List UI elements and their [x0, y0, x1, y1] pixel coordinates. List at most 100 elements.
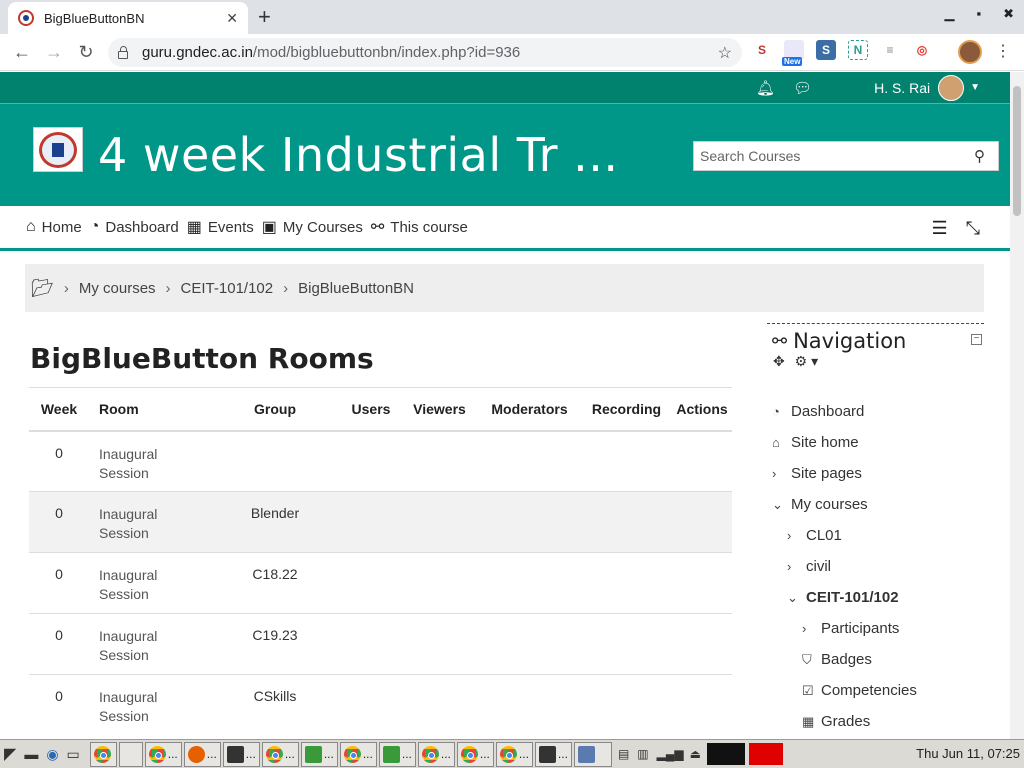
taskbar-terminal-window[interactable]: ... [222, 741, 260, 767]
forward-icon[interactable]: → [38, 42, 70, 63]
signal-icon[interactable]: ▂▄▆ [657, 747, 684, 761]
globe-icon[interactable]: ◉ [46, 746, 58, 763]
nav-tree-course-cl01[interactable]: › CL01 [772, 520, 917, 551]
table-icon: ▦ [802, 713, 815, 729]
nav-home[interactable]: ⌂ Home [26, 218, 82, 236]
column-header-moderators: Moderators [478, 387, 581, 432]
nav-tree-site-home-label: Site home [791, 434, 859, 451]
back-icon[interactable]: ← [6, 42, 38, 63]
network-icon[interactable]: ▥ [637, 747, 648, 761]
nav-tree-grades[interactable]: ▦ Grades [772, 706, 917, 737]
nav-my-courses[interactable]: ▣ My Courses [262, 217, 363, 237]
messages-icon[interactable]: 💬︎ [793, 79, 812, 97]
course-search-input[interactable]: Search Courses ⚲ [693, 141, 999, 171]
eject-icon[interactable]: ⏏ [690, 747, 701, 761]
nav-tree-competencies[interactable]: ☑ Competencies [772, 675, 917, 706]
column-header-actions: Actions [672, 387, 732, 432]
bookmark-star-icon[interactable]: ☆ [718, 43, 732, 63]
taskbar-chrome-active[interactable] [89, 741, 117, 767]
nav-events[interactable]: ▦ Events [187, 217, 254, 237]
site-logo[interactable] [33, 127, 83, 172]
toggle-sidebar-icon[interactable]: ☰ [931, 218, 947, 239]
chrome-icon [93, 745, 111, 763]
folder-icon[interactable]: ▬ [24, 746, 38, 762]
extension-doc-icon[interactable]: S [816, 40, 836, 60]
room-link[interactable]: Inaugural Session [89, 552, 209, 614]
extension-s-icon[interactable]: S [752, 40, 772, 60]
new-tab-button[interactable]: + [258, 4, 271, 30]
nav-tree-site-pages[interactable]: › Site pages [772, 458, 917, 489]
taskbar-chrome-window[interactable]: ... [144, 741, 182, 767]
lock-icon [118, 45, 128, 59]
gear-icon[interactable]: ⚙ ▾ [795, 353, 818, 369]
taskbar-spreadsheet-window[interactable]: ... [378, 741, 416, 767]
site-title[interactable]: 4 week Industrial Tr ... [98, 128, 618, 182]
cell-users [341, 430, 401, 492]
move-icon[interactable]: ✥ [773, 353, 785, 369]
page-scrollbar[interactable] [1010, 72, 1024, 739]
taskbar-chrome-window[interactable]: ... [261, 741, 299, 767]
extension-n-icon[interactable]: N [848, 40, 868, 60]
cell-viewers [401, 552, 478, 614]
compress-icon[interactable]: ⤡ [966, 218, 980, 239]
nav-tree-cl01-label: CL01 [806, 527, 842, 544]
user-avatar[interactable] [938, 74, 965, 101]
taskbar-item-label: ... [518, 747, 529, 761]
breadcrumb-current[interactable]: BigBlueButtonBN [298, 280, 414, 297]
show-desktop-icon[interactable]: ▭ [67, 746, 80, 763]
extension-lines-icon[interactable]: ≡ [880, 40, 900, 60]
user-name[interactable]: H. S. Rai [874, 80, 930, 96]
room-link[interactable]: Inaugural Session [89, 491, 209, 553]
minimize-icon[interactable]: ▁ [944, 6, 954, 22]
folder-open-icon[interactable]: 📂︎ [31, 278, 54, 299]
nav-tree-course-ceit[interactable]: ⌄ CEIT-101/102 [772, 582, 917, 613]
chrome-profile-avatar[interactable] [958, 40, 982, 64]
cell-actions [672, 613, 732, 675]
chevron-down-icon: ⌄ [787, 589, 798, 605]
taskbar-chrome-window[interactable]: ... [495, 741, 533, 767]
nav-this-course[interactable]: ⚯ This course [371, 217, 468, 237]
taskbar-chrome-window[interactable]: ... [456, 741, 494, 767]
nav-tree-site-home[interactable]: ⌂ Site home [772, 427, 917, 458]
browser-tab[interactable]: BigBlueButtonBN ✕ [8, 2, 248, 34]
breadcrumb-course[interactable]: CEIT-101/102 [181, 280, 274, 297]
close-window-icon[interactable]: ✖ [1003, 6, 1014, 22]
taskbar-item-label: ... [440, 747, 451, 761]
chrome-menu-icon[interactable]: ⋮ [995, 42, 1011, 62]
taskbar-chrome-window[interactable]: ... [339, 741, 377, 767]
taskbar-clock[interactable]: Thu Jun 11, 07:25 [916, 746, 1020, 761]
column-header-viewers: Viewers [401, 387, 478, 432]
maximize-icon[interactable]: ▪ [976, 6, 981, 22]
clipboard-icon[interactable]: ▤ [618, 747, 629, 761]
nav-tree-participants[interactable]: › Participants [772, 613, 917, 644]
scrollbar-thumb[interactable] [1013, 86, 1021, 216]
address-bar[interactable]: guru.gndec.ac.in/mod/bigbluebuttonbn/ind… [108, 38, 742, 67]
taskbar-spreadsheet-window[interactable]: ... [300, 741, 338, 767]
taskbar-firefox-window[interactable]: ... [183, 741, 221, 767]
search-icon[interactable]: ⚲ [974, 147, 998, 165]
app-menu-icon[interactable]: ◤ [4, 744, 16, 764]
breadcrumb-my-courses[interactable]: My courses [79, 280, 156, 297]
extension-new-icon[interactable]: New [782, 40, 804, 66]
nav-dashboard[interactable]: ◔ Dashboard [90, 218, 179, 236]
extension-lastpass-icon[interactable]: ◎ [912, 40, 932, 60]
briefcase-icon: ▣ [261, 219, 277, 236]
user-menu-caret-icon[interactable]: ▼ [970, 82, 980, 93]
room-link[interactable]: Inaugural Session [89, 613, 209, 675]
taskbar-chrome-window[interactable]: ... [417, 741, 455, 767]
reload-icon[interactable]: ↻ [70, 42, 102, 63]
close-tab-icon[interactable]: ✕ [226, 10, 238, 27]
collapse-block-icon[interactable]: − [971, 334, 982, 345]
taskbar-blank[interactable] [118, 741, 143, 767]
breadcrumb-separator: › [283, 279, 289, 297]
nav-tree-course-civil[interactable]: › civil [772, 551, 917, 582]
room-link[interactable]: Inaugural Session [89, 674, 209, 736]
nav-tree-my-courses[interactable]: ⌄ My courses [772, 489, 917, 520]
room-link[interactable]: Inaugural Session [89, 430, 209, 492]
nav-tree-badges[interactable]: ⛉ Badges [772, 644, 917, 675]
taskbar-window[interactable] [573, 741, 612, 767]
notifications-bell-icon[interactable]: 🔔︎ [756, 79, 775, 97]
nav-tree-dashboard[interactable]: ◔ Dashboard [772, 396, 917, 427]
taskbar-terminal-window[interactable]: ... [534, 741, 572, 767]
table-row: 0 Inaugural Session CSkills [29, 674, 732, 736]
